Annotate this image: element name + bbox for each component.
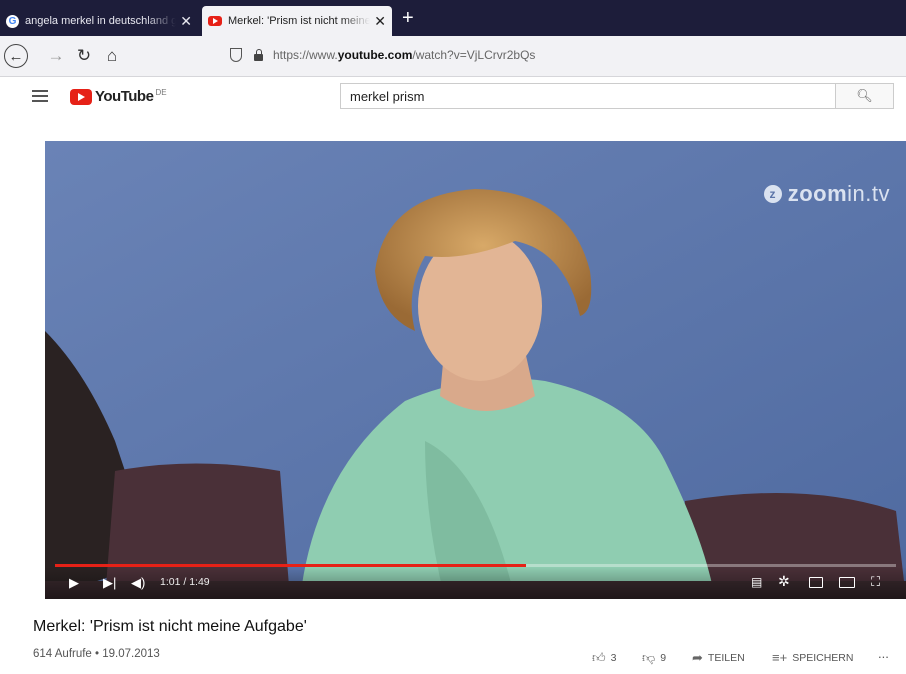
address-bar[interactable]: https://www.youtube.com/watch?v=VjLCrvr2… [222, 42, 906, 68]
reload-icon: ↻ [76, 46, 92, 65]
youtube-logo[interactable]: YouTube DE [70, 88, 167, 105]
shield-icon [230, 48, 242, 62]
dislike-button[interactable]: 👎︎ 9 [642, 650, 666, 666]
back-button[interactable]: ← [4, 44, 28, 68]
arrow-right-icon: → [47, 46, 65, 65]
video-frame [45, 141, 906, 599]
zoomin-logo-icon: z [763, 185, 782, 203]
time-display: 1:01 / 1:49 [160, 576, 210, 588]
new-tab-button[interactable]: + [402, 8, 414, 28]
next-video-icon[interactable]: ▶| [103, 575, 116, 591]
lock-icon [254, 48, 263, 61]
player-controls: ▶ ▶| ◀) 1:01 / 1:49 ▤ ✲ ⛶ [45, 567, 906, 599]
youtube-favicon-icon [208, 16, 222, 26]
url-text: https://www.youtube.com/watch?v=VjLCrvr2… [273, 48, 536, 62]
browser-toolbar: ← → ↻ ⌂ https://www.youtube.com/watch?v=… [0, 36, 906, 77]
share-arrow-icon: ➦ [692, 650, 703, 665]
search-button[interactable]: 🔍︎ [836, 83, 894, 109]
video-player[interactable]: z zoom in.tv ▶ ▶| ◀) 1:01 / 1:49 ▤ ✲ ⛶ [45, 141, 906, 599]
search-icon: 🔍︎ [856, 88, 873, 103]
home-button[interactable]: ⌂ [100, 44, 124, 68]
search-input[interactable]: merkel prism [340, 83, 836, 109]
close-tab-icon[interactable]: ✕ [374, 13, 386, 30]
playlist-add-icon: ≡+ [772, 650, 788, 665]
home-icon: ⌂ [106, 46, 118, 65]
save-button[interactable]: ≡+ SPEICHERN [772, 650, 853, 665]
fullscreen-icon[interactable]: ⛶ [871, 574, 880, 590]
youtube-play-icon [70, 88, 92, 105]
browser-tab-strip: G angela merkel in deutschland g ✕ Merke… [0, 0, 906, 36]
theater-mode-icon[interactable] [839, 577, 855, 588]
like-button[interactable]: 👍︎ 3 [592, 650, 616, 666]
forward-button[interactable]: → [44, 44, 68, 68]
zoomin-tv-watermark: z zoom in.tv [763, 181, 890, 207]
thumbs-down-icon: 👎︎ [642, 650, 656, 665]
tab-title: Merkel: 'Prism ist nicht meine A [228, 15, 371, 27]
youtube-header: YouTube DE merkel prism 🔍︎ [0, 77, 906, 121]
more-dots-icon: ... [878, 646, 889, 661]
youtube-wordmark: YouTube [95, 88, 154, 105]
settings-gear-icon[interactable]: ✲ [778, 573, 790, 590]
more-actions-button[interactable]: ... [878, 646, 889, 661]
country-code: DE [155, 88, 167, 97]
play-icon[interactable]: ▶ [69, 575, 79, 591]
reload-button[interactable]: ↻ [72, 44, 96, 68]
video-title: Merkel: 'Prism ist nicht meine Aufgabe' [33, 618, 307, 635]
miniplayer-icon[interactable] [809, 577, 823, 588]
browser-tab-youtube[interactable]: Merkel: 'Prism ist nicht meine A ✕ [202, 6, 392, 36]
google-favicon-icon: G [6, 14, 19, 28]
subtitles-icon[interactable]: ▤ [751, 575, 762, 589]
video-views-date: 614 Aufrufe • 19.07.2013 [33, 648, 160, 660]
close-tab-icon[interactable]: ✕ [180, 13, 192, 30]
thumbs-up-icon: 👍︎ [592, 650, 606, 665]
browser-tab-google-search[interactable]: G angela merkel in deutschland g ✕ [0, 6, 198, 36]
volume-icon[interactable]: ◀) [131, 575, 145, 591]
hamburger-menu-icon[interactable] [32, 90, 48, 102]
share-button[interactable]: ➦ TEILEN [692, 650, 745, 666]
arrow-left-icon: ← [8, 47, 24, 65]
tab-title: angela merkel in deutschland g [25, 15, 177, 27]
